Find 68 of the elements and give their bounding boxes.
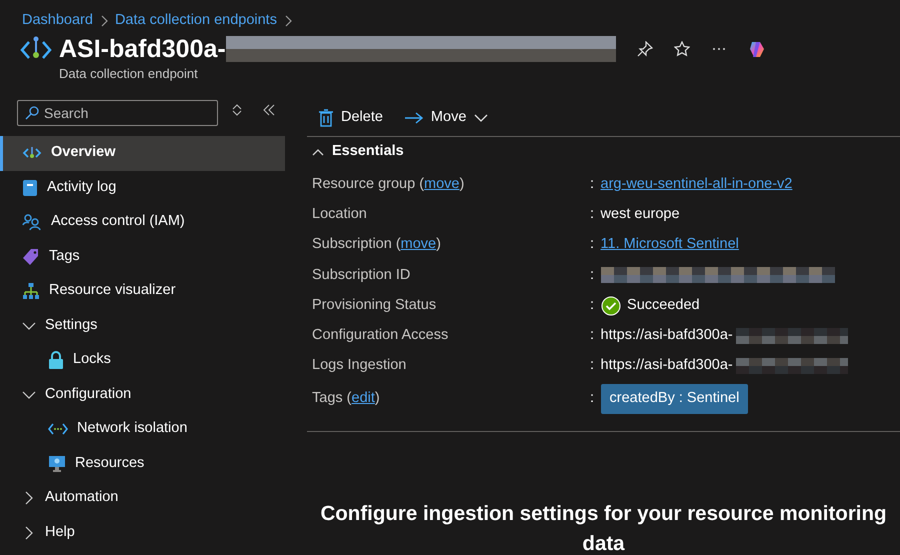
toolbar-button[interactable]: Delete	[315, 106, 387, 128]
hierarchy-icon	[22, 282, 40, 300]
field-label: Location	[312, 206, 367, 222]
edit-link[interactable]: edit	[352, 390, 375, 406]
field-label: Logs Ingestion	[312, 357, 406, 374]
success-icon	[600, 296, 621, 316]
pin-icon[interactable]	[636, 41, 653, 57]
field-label: Provisioning Status	[312, 296, 436, 313]
field-label: Tags (	[312, 390, 352, 406]
sidebar-item[interactable]: Resource visualizer	[0, 274, 285, 308]
monitor-icon	[48, 454, 66, 473]
resource-subtitle: Data collection endpoint	[59, 65, 199, 83]
colon-text: :	[590, 389, 594, 408]
url-text: https://asi-bafd300a-	[600, 326, 733, 345]
breadcrumb-link[interactable]: Data collection endpoints	[114, 10, 277, 32]
sidebar-group[interactable]: Automation	[0, 481, 285, 516]
status-text: Succeeded	[627, 296, 700, 315]
chevron-up-icon	[312, 148, 324, 156]
value-link[interactable]: arg-weu-sentinel-all-in-one-v2	[600, 174, 792, 196]
url-text: https://asi-bafd300a-	[600, 356, 733, 376]
sidebar-item[interactable]: Activity log	[0, 170, 285, 205]
colon-text: :	[590, 356, 594, 376]
chevron-right-icon	[100, 15, 108, 27]
toolbar-button[interactable]: Move	[400, 106, 492, 128]
sidebar-item[interactable]: Network isolation	[0, 412, 285, 446]
lock-icon	[48, 351, 64, 370]
colon-text: :	[590, 266, 594, 285]
essentials-toggle[interactable]: Essentials	[312, 141, 408, 163]
sidebar-item[interactable]: Locks	[0, 343, 285, 378]
people-icon	[22, 213, 42, 232]
arrow-right-icon	[404, 112, 423, 124]
colon-text: :	[590, 296, 594, 315]
star-icon[interactable]	[674, 41, 690, 57]
field-label: Subscription (	[312, 236, 401, 252]
tag-pill[interactable]: createdBy : Sentinel	[600, 384, 748, 414]
sidebar-item[interactable]: Access control (IAM)	[0, 205, 285, 240]
field-label: Configuration Access	[312, 326, 448, 343]
field-value: west europe	[600, 205, 680, 224]
log-icon	[22, 178, 38, 197]
field-label: Resource group (	[312, 176, 424, 192]
network-icon	[48, 422, 68, 436]
sidebar-item[interactable]: Overview	[0, 136, 285, 170]
sidebar-group[interactable]: Settings	[0, 308, 285, 343]
value-link[interactable]: 11. Microsoft Sentinel	[600, 234, 739, 256]
resource-title: ASI-bafd300a-	[59, 34, 226, 64]
paren-text: )	[436, 236, 441, 252]
collapse-icon[interactable]	[263, 104, 275, 116]
sort-icon[interactable]	[232, 104, 242, 116]
sidebar-group[interactable]: Help	[0, 516, 285, 550]
colon-text: :	[590, 205, 594, 224]
breadcrumb-link[interactable]: Dashboard	[22, 10, 93, 32]
paren-text: )	[374, 390, 380, 406]
chevron-down-icon	[474, 112, 488, 122]
edit-link[interactable]: move	[424, 176, 460, 192]
sidebar-item[interactable]: Tags	[0, 240, 285, 274]
paren-text: )	[460, 176, 464, 192]
colon-text: :	[590, 235, 594, 254]
field-label: Subscription ID	[312, 266, 410, 283]
sidebar-group[interactable]: Configuration	[0, 378, 285, 412]
colon-text: :	[590, 326, 594, 345]
section-heading: Configure ingestion settings for your resource monitoring data	[319, 501, 888, 555]
edit-link[interactable]: move	[400, 236, 436, 252]
colon-text: :	[590, 174, 594, 194]
tag-icon	[22, 248, 40, 266]
trash-icon	[319, 108, 333, 126]
sidebar-item[interactable]: Resources	[0, 446, 285, 481]
search-field[interactable]: Search	[17, 100, 218, 126]
chevron-right-icon	[284, 15, 292, 27]
